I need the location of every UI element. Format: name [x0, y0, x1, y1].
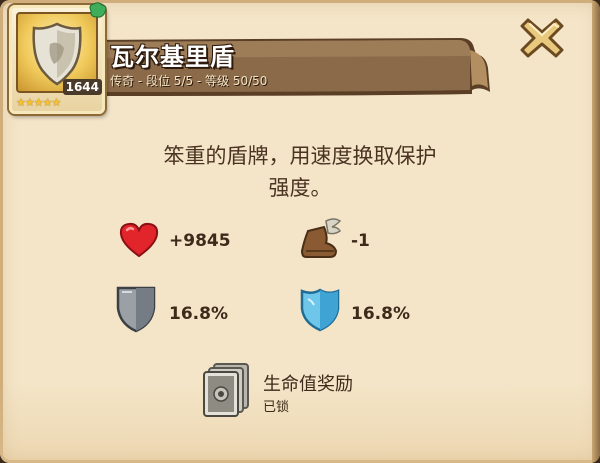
- green-gem-icon: [88, 2, 108, 24]
- reward-title: 生命值奖励: [263, 374, 353, 395]
- item-detail-panel: 瓦尔基里盾 传奇 - 段位 5/5 - 等级 50/50 1644 ★★★★★ …: [0, 0, 600, 463]
- speed-value: -1: [351, 231, 370, 251]
- health-value: +9845: [169, 231, 231, 251]
- item-card[interactable]: 1644 ★★★★★: [9, 2, 108, 114]
- description-line-1: 笨重的盾牌，用速度换取保护: [163, 144, 437, 168]
- magic-armor-value: 16.8%: [351, 304, 410, 324]
- reward-status: 已锁: [263, 400, 290, 415]
- description-line-2: 强度。: [268, 176, 332, 200]
- locked-cards-icon: [200, 362, 252, 422]
- item-power: 1644: [62, 79, 102, 95]
- heart-icon: [118, 222, 160, 262]
- close-button[interactable]: [520, 16, 564, 60]
- physical-armor-value: 16.8%: [169, 304, 228, 324]
- item-name: 瓦尔基里盾: [110, 43, 235, 71]
- gray-shield-icon: [114, 284, 158, 338]
- item-description: 笨重的盾牌，用速度换取保护 强度。: [120, 140, 480, 204]
- blue-shield-icon: [298, 287, 342, 337]
- winged-boot-icon: [298, 217, 344, 265]
- item-rank-level: 传奇 - 段位 5/5 - 等级 50/50: [110, 74, 268, 88]
- side-panel-edge: [592, 0, 600, 463]
- star-rating: ★★★★★: [16, 96, 61, 109]
- close-x-icon: [520, 18, 564, 58]
